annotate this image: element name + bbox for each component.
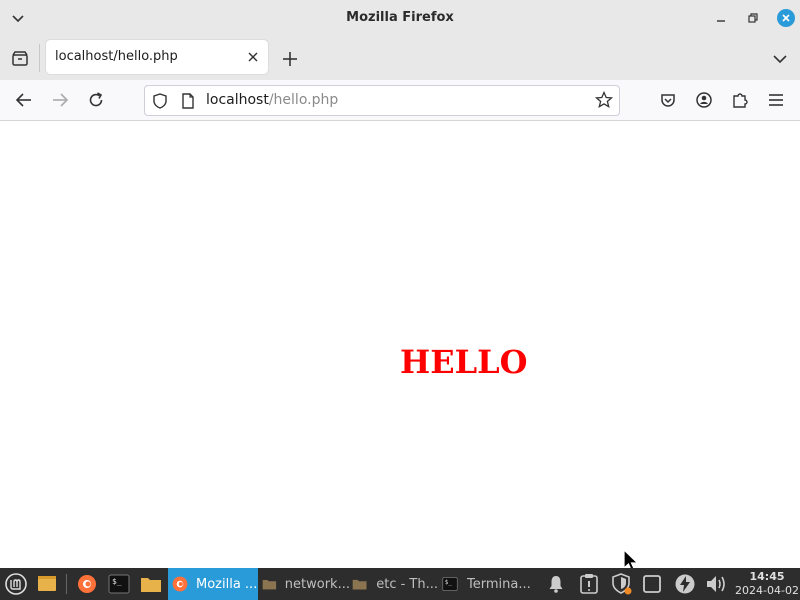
extensions-puzzle-icon[interactable] xyxy=(730,90,750,110)
maximize-button[interactable] xyxy=(744,9,762,27)
desktop-icon xyxy=(38,576,56,591)
close-tab-icon[interactable] xyxy=(246,50,260,64)
taskbar-item-label: network... xyxy=(284,576,350,592)
firefox-icon xyxy=(78,575,96,593)
list-all-tabs-chevron-icon[interactable] xyxy=(770,49,790,69)
taskbar-item-label: Mozilla ... xyxy=(196,576,258,592)
terminal-icon: $_ xyxy=(442,577,458,591)
taskbar: $_ Mozilla ... network... etc - Th... $_… xyxy=(0,568,800,600)
launcher-firefox[interactable] xyxy=(76,568,100,600)
forward-arrow-icon[interactable] xyxy=(50,90,70,110)
terminal-icon: $_ xyxy=(108,574,130,594)
clipboard-icon[interactable] xyxy=(578,573,600,595)
page-icon[interactable] xyxy=(180,92,196,110)
tab-separator xyxy=(39,44,40,72)
workspace-switcher-icon[interactable] xyxy=(642,574,662,594)
taskbar-item-label: Termina... xyxy=(467,576,531,592)
window-title: Mozilla Firefox xyxy=(346,10,454,25)
close-icon xyxy=(782,14,790,22)
tab-label: localhost/hello.php xyxy=(55,49,178,64)
reload-icon[interactable] xyxy=(86,90,106,110)
taskbar-item-label: etc - Th... xyxy=(376,576,438,592)
url-host: localhost xyxy=(206,92,269,108)
update-shield-icon[interactable] xyxy=(610,572,634,596)
navigation-toolbar: localhost/hello.php xyxy=(0,80,800,121)
clock[interactable]: 14:45 2024-04-02 xyxy=(734,570,800,598)
bookmark-star-icon[interactable] xyxy=(595,91,613,109)
firefox-icon xyxy=(172,576,188,592)
start-menu-button[interactable] xyxy=(4,568,30,600)
firefox-view-icon[interactable] xyxy=(10,49,30,69)
url-bar[interactable]: localhost/hello.php xyxy=(144,85,620,116)
page-content: HELLO xyxy=(0,121,800,572)
svg-text:$_: $_ xyxy=(445,580,452,586)
show-desktop-button[interactable] xyxy=(36,568,60,600)
account-icon[interactable] xyxy=(694,90,714,110)
new-tab-icon[interactable] xyxy=(280,49,300,69)
tab-strip: localhost/hello.php xyxy=(0,36,800,81)
tab-localhost-hello[interactable]: localhost/hello.php xyxy=(46,40,268,74)
close-window-button[interactable] xyxy=(777,9,795,27)
svg-text:$_: $_ xyxy=(112,577,122,586)
taskbar-item-etc[interactable]: etc - Th... xyxy=(352,568,438,600)
hamburger-menu-icon[interactable] xyxy=(766,90,786,110)
launcher-terminal[interactable]: $_ xyxy=(108,568,132,600)
url-path: /hello.php xyxy=(268,92,339,108)
launcher-files[interactable] xyxy=(140,568,164,600)
taskbar-item-firefox[interactable]: Mozilla ... xyxy=(168,568,258,600)
notifications-bell-icon[interactable] xyxy=(546,574,566,594)
url-text[interactable]: localhost/hello.php xyxy=(206,92,338,108)
folder-icon xyxy=(141,578,161,592)
taskbar-separator xyxy=(66,574,67,594)
restore-icon xyxy=(748,13,758,23)
clock-date: 2024-04-02 xyxy=(735,584,799,597)
power-manager-icon[interactable] xyxy=(674,573,696,595)
linux-mint-menu-icon xyxy=(5,573,27,595)
clock-time: 14:45 xyxy=(749,570,785,583)
taskbar-item-terminal[interactable]: $_ Termina... xyxy=(442,568,534,600)
minimize-button[interactable] xyxy=(712,9,730,27)
window-titlebar: Mozilla Firefox xyxy=(0,0,800,36)
page-heading: HELLO xyxy=(400,343,528,381)
minimize-icon xyxy=(717,20,725,22)
taskbar-item-network[interactable]: network... xyxy=(260,568,350,600)
folder-icon xyxy=(262,579,277,590)
back-arrow-icon[interactable] xyxy=(14,90,34,110)
volume-speaker-icon[interactable] xyxy=(705,573,729,595)
folder-icon xyxy=(352,579,367,590)
shield-icon[interactable] xyxy=(151,92,169,110)
pocket-icon[interactable] xyxy=(658,90,678,110)
